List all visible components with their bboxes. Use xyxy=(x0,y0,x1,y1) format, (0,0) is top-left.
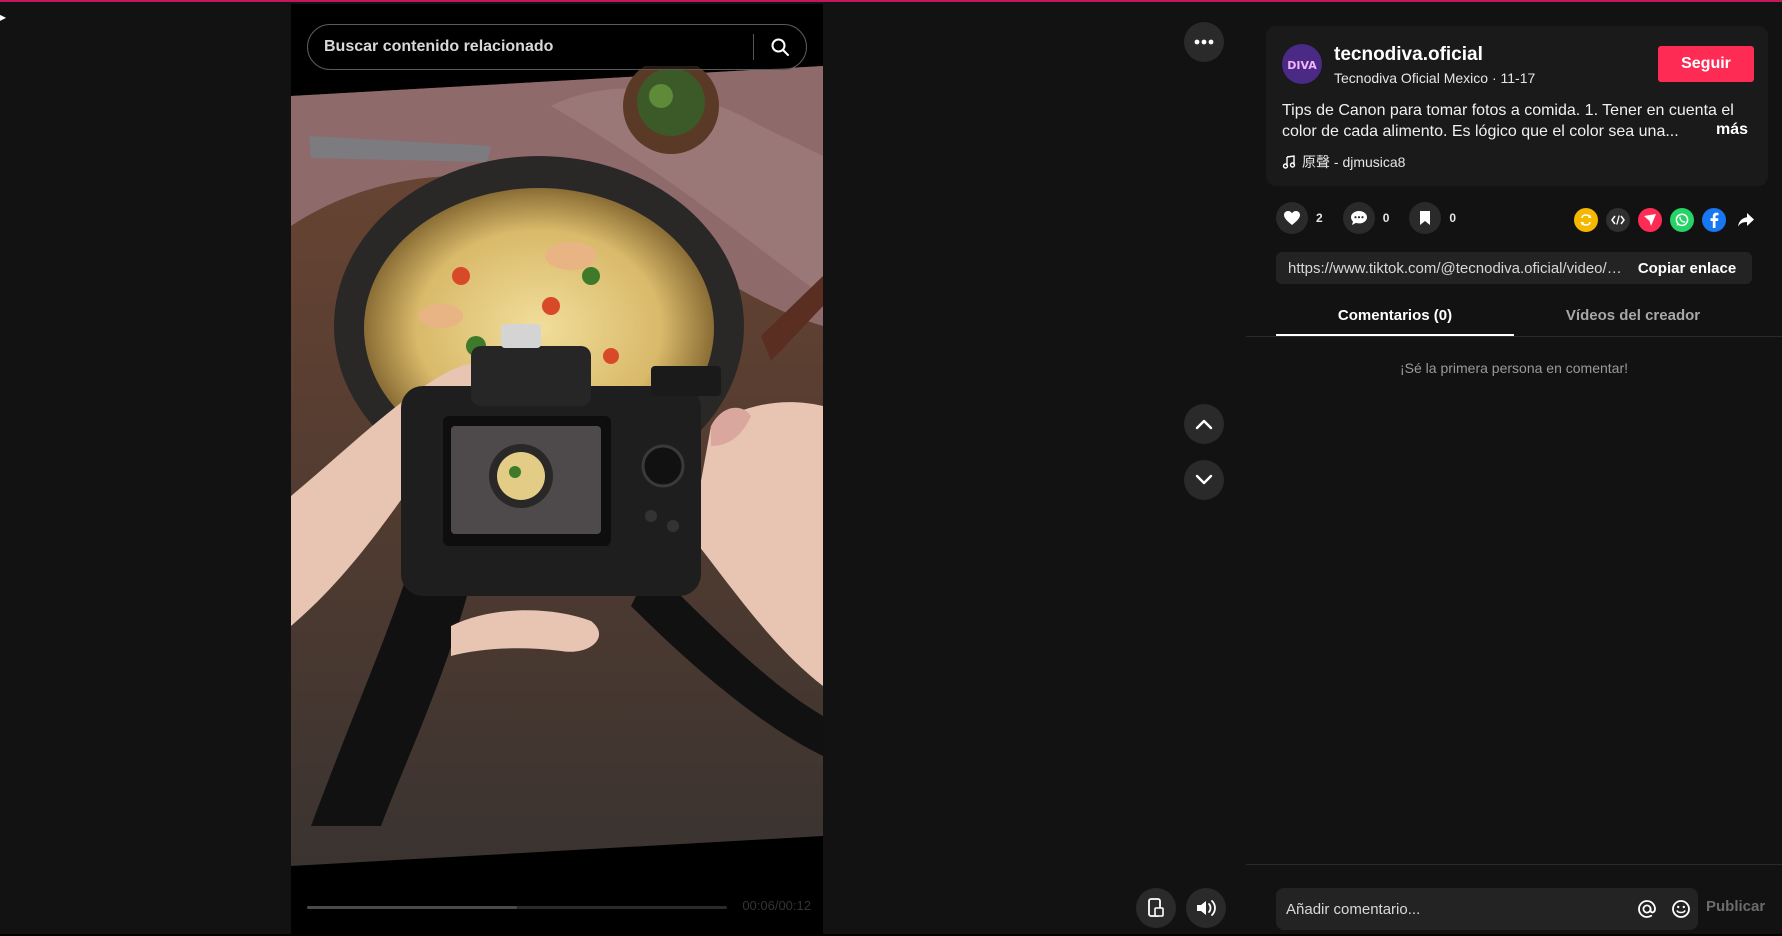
next-video-button[interactable] xyxy=(1184,460,1224,500)
more-options-button[interactable] xyxy=(1184,22,1224,62)
save-button[interactable] xyxy=(1409,202,1442,234)
repost-button[interactable] xyxy=(1574,208,1598,232)
more-link[interactable]: más xyxy=(1716,121,1748,139)
search-icon xyxy=(771,38,789,56)
video-player[interactable]: Buscar contenido relacionado 00:06/00:12 xyxy=(291,4,823,936)
video-link[interactable]: https://www.tiktok.com/@tecnodiva.oficia… xyxy=(1276,260,1622,277)
at-sign-icon xyxy=(1638,900,1656,918)
like-count: 2 xyxy=(1316,211,1323,225)
more-dots-icon xyxy=(1194,39,1214,45)
action-bar: 2 0 0 xyxy=(1276,202,1456,234)
whatsapp-share-button[interactable] xyxy=(1670,208,1694,232)
cursor-icon: ▸ xyxy=(0,10,7,24)
embed-button[interactable] xyxy=(1606,208,1630,232)
floating-player-button[interactable] xyxy=(1136,888,1176,928)
comment-count: 0 xyxy=(1382,211,1390,225)
comment-button[interactable] xyxy=(1342,202,1375,234)
video-progress-fill xyxy=(307,906,517,909)
like-button[interactable] xyxy=(1276,202,1308,234)
video-time: 00:06/00:12 xyxy=(742,898,811,913)
more-share-button[interactable] xyxy=(1734,208,1758,232)
author-username[interactable]: tecnodiva.oficial xyxy=(1334,44,1483,66)
save-count: 0 xyxy=(1449,211,1457,225)
comment-input-box[interactable]: Añadir comentario... xyxy=(1276,888,1698,930)
smiley-icon xyxy=(1672,900,1690,918)
mention-button[interactable] xyxy=(1630,892,1664,926)
tab-creator-videos[interactable]: Vídeos del creador xyxy=(1514,298,1752,336)
svg-text:DIVA: DIVA xyxy=(1287,59,1317,72)
like-action[interactable]: 2 xyxy=(1276,202,1323,234)
code-icon xyxy=(1611,215,1625,225)
comment-bar-divider xyxy=(1246,864,1782,865)
save-action[interactable]: 0 xyxy=(1409,202,1456,234)
author-card: DIVA tecnodiva.oficial Tecnodiva Oficial… xyxy=(1266,26,1768,186)
search-input[interactable]: Buscar contenido relacionado xyxy=(324,38,753,56)
video-frame xyxy=(291,66,823,866)
details-panel: DIVA tecnodiva.oficial Tecnodiva Oficial… xyxy=(1246,2,1782,934)
empty-comments-message: ¡Sé la primera persona en comentar! xyxy=(1400,360,1628,376)
paper-plane-icon xyxy=(1644,214,1656,226)
search-button[interactable] xyxy=(754,24,806,70)
music-title: 原聲 - djmusica8 xyxy=(1302,154,1406,170)
phone-screen-icon xyxy=(1148,898,1164,917)
music-link[interactable]: 原聲 - djmusica8 xyxy=(1282,152,1405,172)
previous-video-button[interactable] xyxy=(1184,404,1224,444)
follow-button[interactable]: Seguir xyxy=(1658,46,1754,82)
share-row xyxy=(1574,208,1758,232)
tabs-divider xyxy=(1246,336,1782,337)
avatar[interactable]: DIVA xyxy=(1282,44,1322,84)
avatar-logo: DIVA xyxy=(1282,44,1322,84)
author-subtitle: Tecnodiva Oficial Mexico · 11-17 xyxy=(1334,70,1536,86)
comment-input[interactable]: Añadir comentario... xyxy=(1286,901,1630,918)
tab-comments[interactable]: Comentarios (0) xyxy=(1276,298,1514,336)
emoji-button[interactable] xyxy=(1664,892,1698,926)
facebook-icon xyxy=(1710,212,1719,228)
post-description: Tips de Canon para tomar fotos a comida.… xyxy=(1282,102,1734,140)
music-note-icon xyxy=(1282,155,1296,169)
comment-action[interactable]: 0 xyxy=(1342,202,1390,234)
video-stage: ▸ Buscar contenido relacionado 00:06/00:… xyxy=(0,2,1246,936)
panel-tabs: Comentarios (0) Vídeos del creador xyxy=(1276,298,1752,336)
bookmark-icon xyxy=(1420,211,1431,225)
volume-button[interactable] xyxy=(1186,888,1226,928)
related-search[interactable]: Buscar contenido relacionado xyxy=(307,24,807,70)
publish-button[interactable]: Publicar xyxy=(1706,898,1765,915)
video-frame-image xyxy=(291,66,823,866)
share-arrow-icon xyxy=(1738,213,1754,227)
facebook-share-button[interactable] xyxy=(1702,208,1726,232)
comment-bubble-icon xyxy=(1350,211,1367,225)
heart-icon xyxy=(1284,211,1300,225)
send-to-friends-button[interactable] xyxy=(1638,208,1662,232)
video-link-box: https://www.tiktok.com/@tecnodiva.oficia… xyxy=(1276,252,1752,284)
repost-icon xyxy=(1580,214,1592,226)
video-progress-bar[interactable] xyxy=(307,906,727,909)
chevron-down-icon xyxy=(1195,474,1213,485)
whatsapp-icon xyxy=(1675,213,1689,227)
speaker-icon xyxy=(1197,900,1216,916)
chevron-up-icon xyxy=(1195,419,1213,430)
copy-link-button[interactable]: Copiar enlace xyxy=(1622,260,1752,277)
